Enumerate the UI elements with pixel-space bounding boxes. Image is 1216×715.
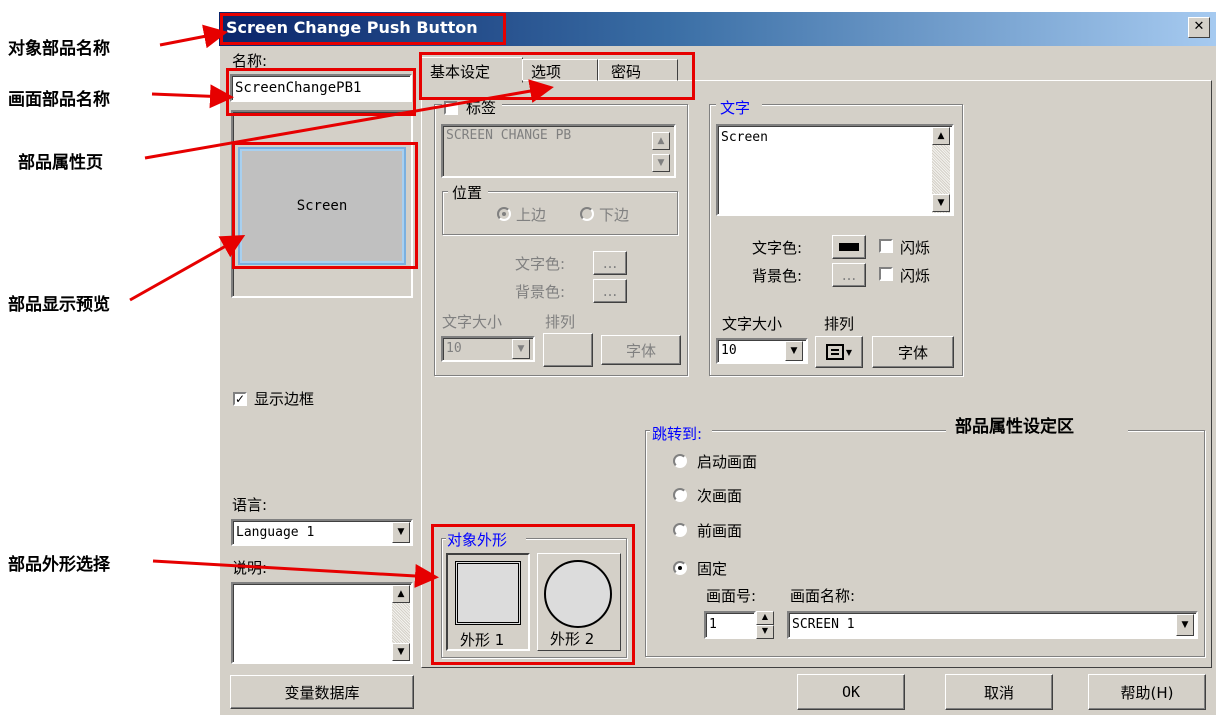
arrow-screen-part-name [151,84,234,109]
arrow-preview [129,235,246,302]
arrow-property-page [144,79,554,160]
annotation-arrows [129,24,554,588]
arrow-object-name [159,24,228,49]
arrow-shape-select [152,559,439,588]
